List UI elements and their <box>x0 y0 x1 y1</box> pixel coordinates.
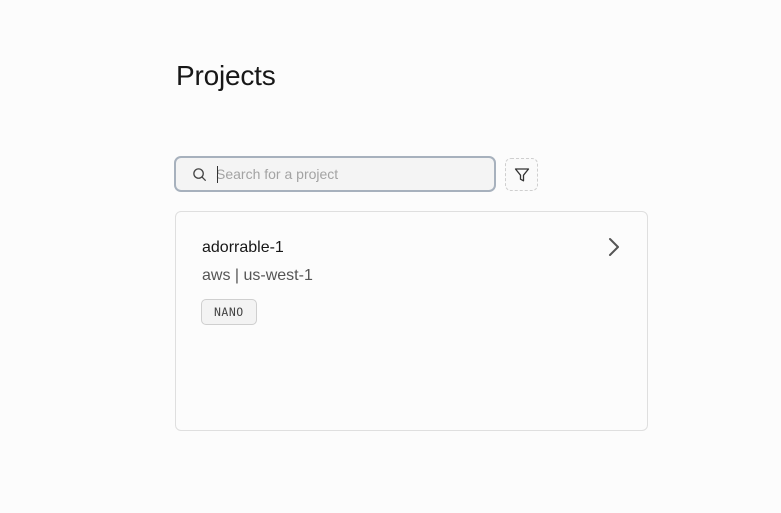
search-icon <box>193 168 206 181</box>
filter-button[interactable] <box>505 158 538 191</box>
projects-page: Projects adorrable-1 aws | us-west-1 NAN… <box>0 0 781 513</box>
project-card[interactable]: adorrable-1 aws | us-west-1 NANO <box>175 211 648 431</box>
text-caret <box>217 166 218 183</box>
project-region: aws | us-west-1 <box>202 267 313 284</box>
tier-badge: NANO <box>201 299 257 325</box>
search-input[interactable] <box>216 158 486 190</box>
chevron-right-icon[interactable] <box>607 237 621 257</box>
filter-icon <box>514 167 529 181</box>
search-box[interactable] <box>174 156 496 192</box>
page-title: Projects <box>176 60 276 91</box>
project-name: adorrable-1 <box>202 239 284 256</box>
